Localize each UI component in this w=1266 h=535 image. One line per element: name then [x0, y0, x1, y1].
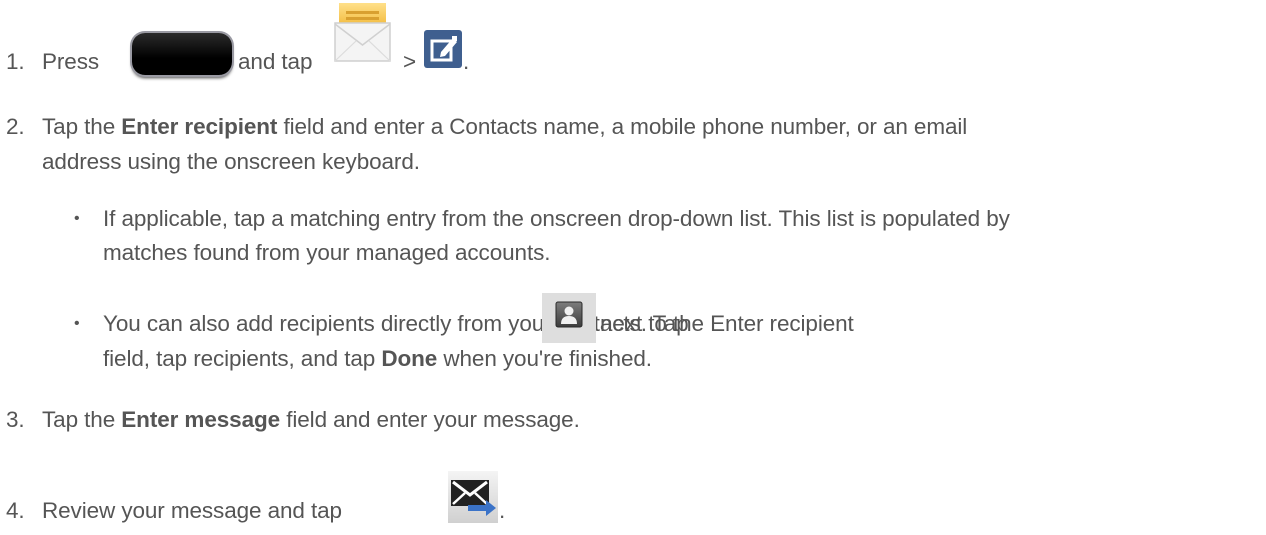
- bullet-glyph: •: [74, 210, 80, 227]
- step-text: field and enter your message.: [286, 407, 580, 432]
- contact-picker-icon: [542, 293, 596, 343]
- bullet-text: matches found from your managed accounts…: [103, 240, 551, 265]
- bullet-text: next to the Enter recipient: [600, 311, 854, 336]
- step-number: 2.: [6, 114, 25, 139]
- step-text: field and enter a Contacts name, a mobil…: [283, 114, 968, 139]
- bullet-text: If applicable, tap a matching entry from…: [103, 206, 1010, 231]
- period: .: [463, 49, 470, 74]
- compose-icon: [424, 30, 462, 68]
- messaging-envelope-icon: [334, 3, 391, 62]
- step-text: address using the onscreen keyboard.: [42, 149, 420, 174]
- step-text-press: Press: [42, 49, 100, 74]
- step-text: Review your message and tap: [42, 498, 342, 523]
- period: .: [499, 498, 506, 523]
- step-text: Tap the: [42, 114, 116, 139]
- step-text: Tap the: [42, 407, 116, 432]
- bullet-glyph: •: [74, 315, 80, 332]
- gt-symbol: >: [403, 49, 417, 74]
- send-icon: [448, 471, 498, 523]
- step-text-and-tap: and tap: [238, 49, 313, 74]
- bullet-text: field, tap recipients, and tap: [103, 346, 376, 371]
- bullet-text: when you're finished.: [443, 346, 652, 371]
- home-key-icon: [132, 33, 232, 75]
- field-name-bold: Enter recipient: [121, 114, 278, 139]
- step-number: 3.: [6, 407, 25, 432]
- step-number: 4.: [6, 498, 25, 523]
- step-number: 1.: [6, 49, 25, 74]
- field-name-bold: Enter message: [121, 407, 281, 432]
- done-bold: Done: [381, 346, 438, 371]
